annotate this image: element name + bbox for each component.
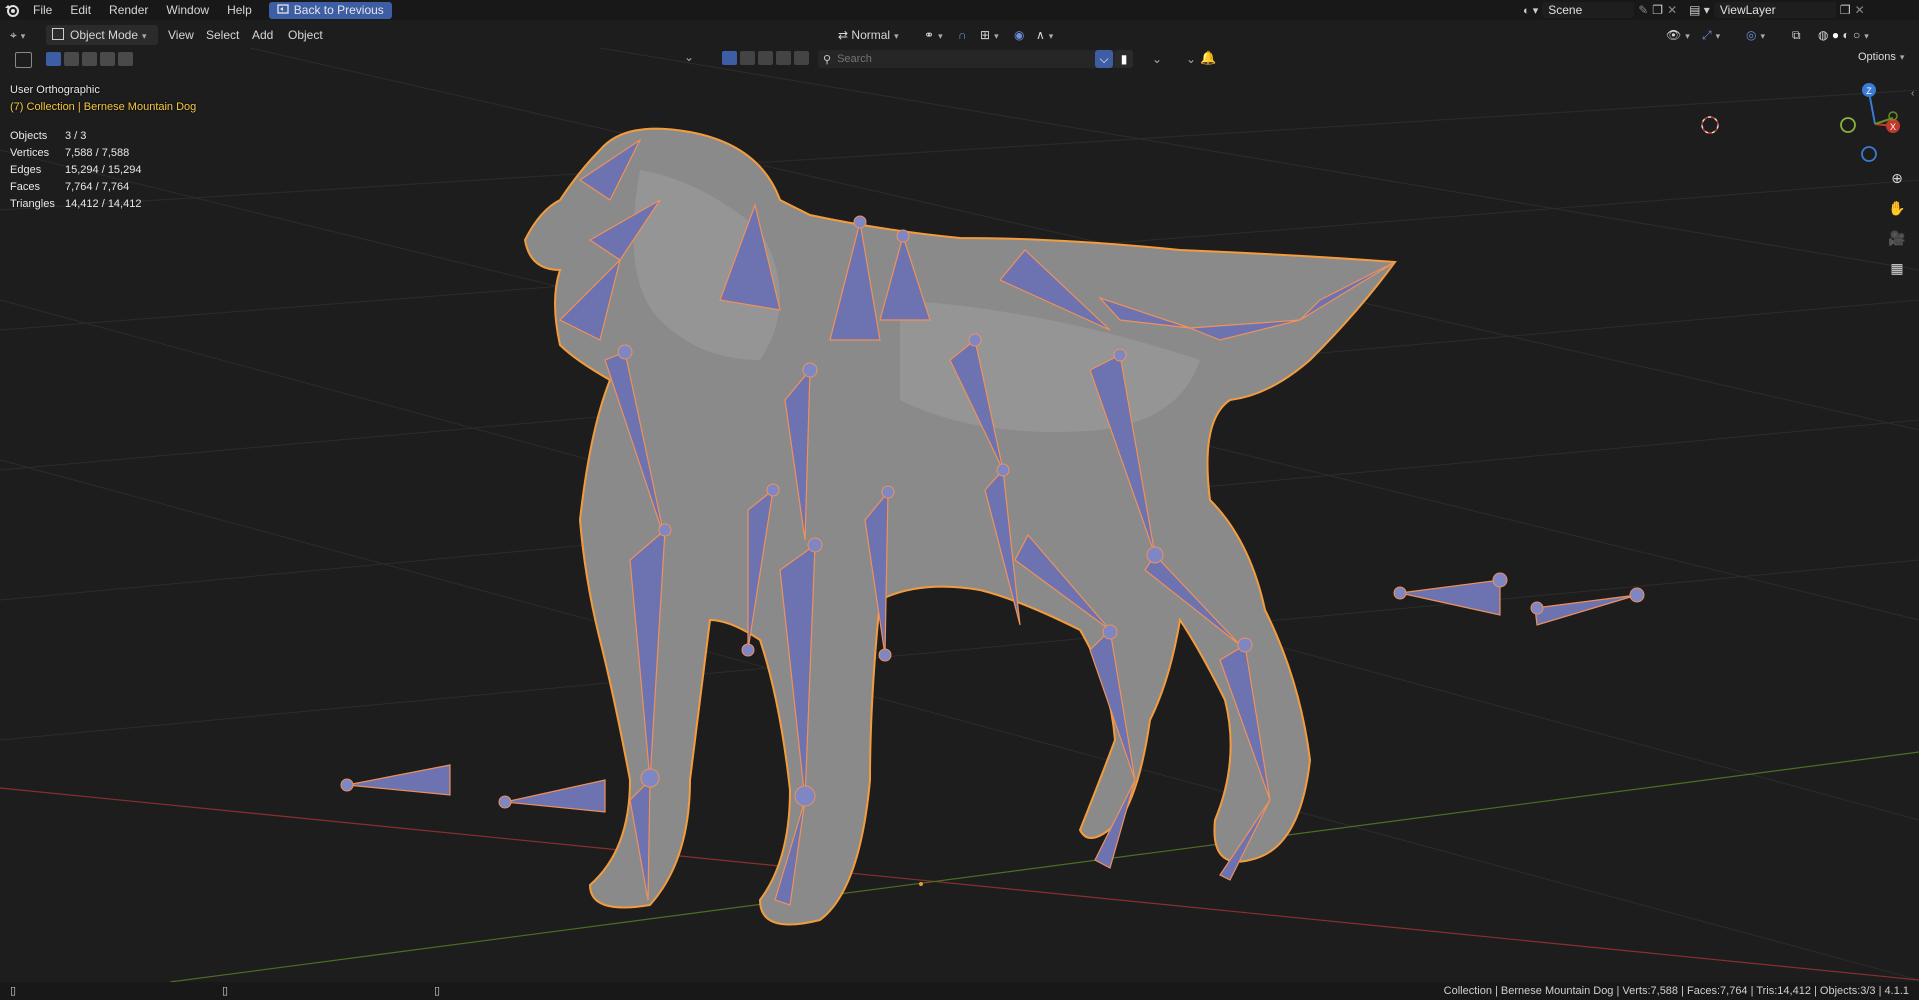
stat-row-objects: Objects 3 / 3 <box>10 128 141 145</box>
delete-scene-icon[interactable]: ✕ <box>1667 3 1677 17</box>
perspective-grid-icon[interactable]: ▦ <box>1887 258 1907 278</box>
magnet-icon: ∩ <box>958 28 967 42</box>
xray-icon: ⧉ <box>1792 28 1801 42</box>
menu-file[interactable]: File <box>24 0 61 20</box>
visibility-dropdown[interactable]: 👁 ▾ <box>1666 25 1690 45</box>
back-to-previous-label: Back to Previous <box>293 3 384 17</box>
collection-label: (7) Collection | Bernese Mountain Dog <box>10 101 197 113</box>
zoom-icon[interactable]: ⊕ <box>1887 168 1907 188</box>
material-shading-icon[interactable]: ◐ <box>1842 28 1849 42</box>
world-origin <box>919 882 923 886</box>
editor-type-dropdown[interactable]: ⌖ ▾ <box>10 25 25 45</box>
eye-icon: 👁 <box>1666 28 1682 42</box>
editor-type-icon: ⌖ <box>10 28 17 42</box>
mouse-middle-icon: ▯ <box>222 985 229 997</box>
gizmo-neg-y-axis[interactable] <box>1840 117 1856 133</box>
menu-edit[interactable]: Edit <box>61 0 100 20</box>
stat-label: Vertices <box>10 147 50 159</box>
snap-toggle[interactable]: ∩ <box>958 25 967 45</box>
status-info-text: Collection | Bernese Mountain Dog | Vert… <box>1443 985 1909 997</box>
new-scene-icon[interactable]: ❐ <box>1652 3 1663 17</box>
snap-target-dropdown[interactable]: ⊞ ▾ <box>980 25 999 45</box>
gizmo-z-label: Z <box>1866 86 1872 96</box>
pin-icon[interactable]: ✎ <box>1638 3 1648 17</box>
sidebar-toggle-icon[interactable]: ‹ <box>1911 88 1914 99</box>
stat-label: Objects <box>10 130 48 142</box>
rendered-shading-icon[interactable]: ○ <box>1853 28 1860 42</box>
view-name-label: User Orthographic <box>10 84 100 96</box>
bone-ik-rear-right[interactable] <box>1534 594 1638 626</box>
orientation-dropdown[interactable]: ⇄ Normal ▾ <box>838 25 899 45</box>
object-menu[interactable]: Object <box>288 25 323 45</box>
falloff-dropdown[interactable]: ∧ ▾ <box>1036 25 1053 45</box>
stat-row-edges: Edges 15,294 / 15,294 <box>10 162 141 179</box>
3d-cursor[interactable] <box>1701 116 1719 134</box>
statistics-overlay: Objects 3 / 3 Vertices 7,588 / 7,588 Edges… <box>10 128 141 213</box>
stat-label: Triangles <box>10 198 55 210</box>
gizmo-toggle[interactable]: ⤢ ▾ <box>1702 25 1720 45</box>
scene-icon[interactable]: ◐ ▾ <box>1523 4 1538 17</box>
shading-modes[interactable]: ◍ ● ◐ ○ ▾ <box>1818 25 1910 45</box>
menu-help[interactable]: Help <box>218 0 261 20</box>
viewlayer-field[interactable]: ViewLayer <box>1713 2 1836 18</box>
overlays-icon: ◎ <box>1746 28 1757 42</box>
stat-row-vertices: Vertices 7,588 / 7,588 <box>10 145 141 162</box>
navigation-gizmo[interactable]: Z X <box>1835 78 1915 168</box>
add-menu[interactable]: Add <box>252 25 273 45</box>
wireframe-shading-icon[interactable]: ◍ <box>1818 28 1828 42</box>
scene-selector: ◐ ▾ Scene ✎ ❐ ✕ ▤ ▾ ViewLayer ❐ ✕ <box>1523 0 1865 20</box>
bone-ik-rear-left[interactable] <box>1399 579 1501 616</box>
stat-value: 14,412 / 14,412 <box>65 198 142 210</box>
xray-toggle[interactable]: ⧉ <box>1792 25 1801 45</box>
overlays-toggle[interactable]: ◎ ▾ <box>1746 25 1765 45</box>
viewport-header: ⌖ ▾ Object Mode ▾ View Select Add Object ⇄… <box>0 20 1919 48</box>
proportional-icon: ◉ <box>1014 28 1025 42</box>
menu-render[interactable]: Render <box>100 0 157 20</box>
snap-grid-icon: ⊞ <box>980 28 991 42</box>
stat-row-faces: Faces 7,764 / 7,764 <box>10 179 141 196</box>
status-bar: ▯ ▯ ▯ Collection | Bernese Mountain Dog … <box>0 982 1919 1000</box>
bone-ik-front-right[interactable] <box>504 779 606 813</box>
mouse-right-icon: ▯ <box>434 985 441 997</box>
blender-logo-icon[interactable] <box>0 0 24 20</box>
stat-value: 7,764 / 7,764 <box>65 181 130 193</box>
viewlayer-icon[interactable]: ▤ ▾ <box>1689 3 1710 17</box>
back-to-previous-button[interactable]: Back to Previous <box>268 1 392 19</box>
x-axis-line <box>0 787 1919 981</box>
camera-view-icon[interactable]: 🎥 <box>1887 228 1907 248</box>
stat-label: Faces <box>10 181 40 193</box>
pan-hand-icon[interactable]: ✋ <box>1887 198 1907 218</box>
gizmo-icon: ⤢ <box>1702 28 1712 42</box>
stat-label: Edges <box>10 164 42 176</box>
stat-row-triangles: Triangles 14,412 / 14,412 <box>10 196 141 213</box>
dog-mesh[interactable] <box>523 127 1397 926</box>
stat-value: 3 / 3 <box>65 130 87 142</box>
bone-ik-front-left[interactable] <box>346 764 451 796</box>
orientation-label: Normal <box>851 28 891 42</box>
gizmo-neg-z-axis[interactable] <box>1861 146 1877 162</box>
back-icon <box>277 3 289 17</box>
proportional-edit-toggle[interactable]: ◉ <box>1014 25 1024 45</box>
orientation-icon: ⇄ <box>838 28 849 42</box>
menu-window[interactable]: Window <box>157 0 218 20</box>
mode-label: Object Mode <box>70 28 139 42</box>
object-mode-icon <box>52 28 64 40</box>
delete-viewlayer-icon[interactable]: ✕ <box>1855 3 1865 17</box>
solid-shading-icon[interactable]: ● <box>1832 28 1839 42</box>
new-viewlayer-icon[interactable]: ❐ <box>1840 3 1851 17</box>
stat-value: 15,294 / 15,294 <box>65 164 142 176</box>
mode-dropdown[interactable]: Object Mode ▾ <box>46 25 158 45</box>
falloff-curve-icon: ∧ <box>1036 28 1045 42</box>
scene-field[interactable]: Scene <box>1542 2 1635 18</box>
pivot-dropdown[interactable]: ⚭ ▾ <box>924 25 943 45</box>
stat-value: 7,588 / 7,588 <box>65 147 130 159</box>
select-menu[interactable]: Select <box>206 25 239 45</box>
gizmo-x-label: X <box>1890 122 1896 132</box>
3d-viewport[interactable] <box>0 48 1919 982</box>
mouse-left-icon: ▯ <box>10 985 17 997</box>
view-menu[interactable]: View <box>168 25 194 45</box>
link-icon: ⚭ <box>924 28 935 42</box>
